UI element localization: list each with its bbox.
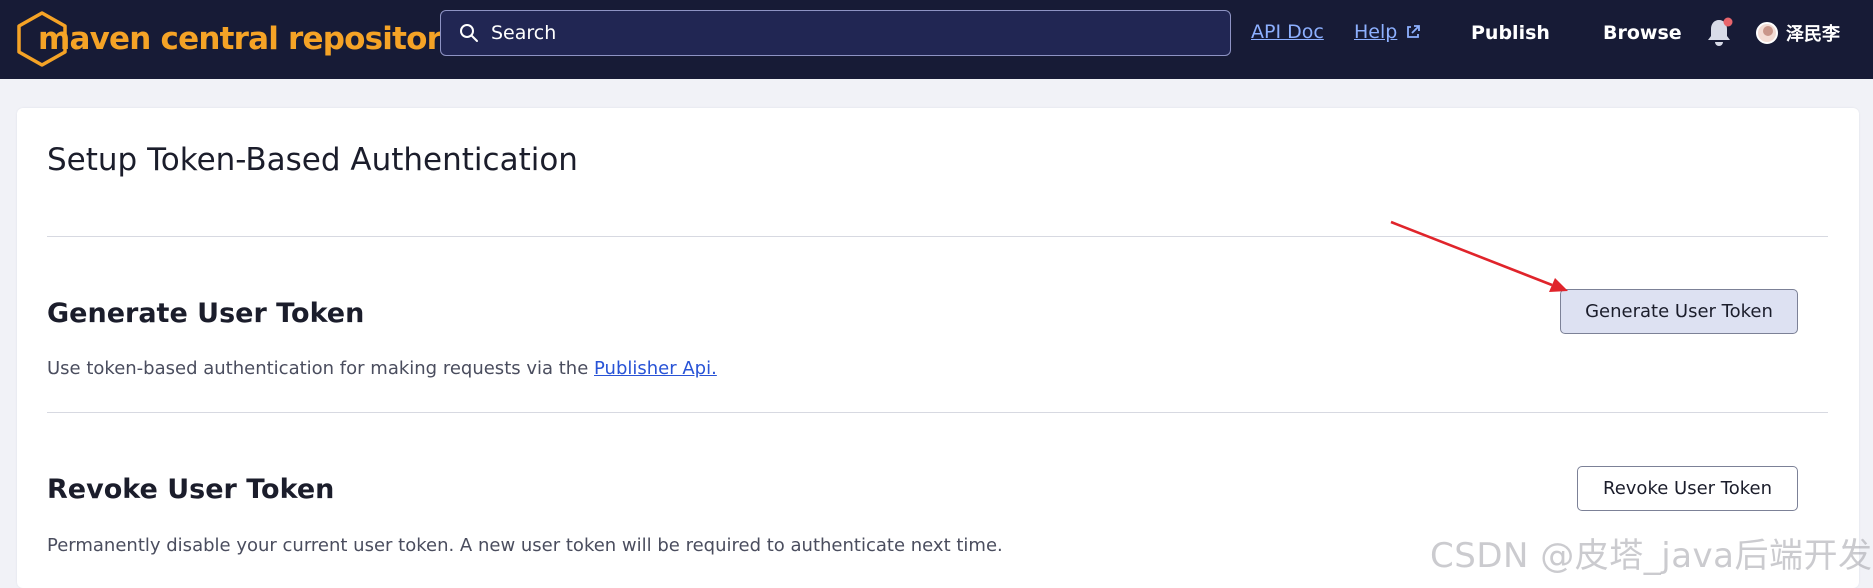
search-icon xyxy=(460,24,478,42)
external-link-icon xyxy=(1407,25,1421,38)
notification-dot xyxy=(1723,17,1733,27)
generate-user-token-button[interactable]: Generate User Token xyxy=(1560,289,1798,334)
divider xyxy=(47,412,1828,413)
revoke-user-token-button[interactable]: Revoke User Token xyxy=(1577,466,1798,511)
notification-bell-icon[interactable] xyxy=(1704,16,1734,50)
token-settings-card: Setup Token-Based Authentication Generat… xyxy=(17,108,1859,588)
page-title: Setup Token-Based Authentication xyxy=(47,142,578,178)
brand-logo-link[interactable]: maven central repository xyxy=(16,8,461,70)
search-input[interactable] xyxy=(489,21,1189,45)
avatar xyxy=(1756,22,1778,44)
publish-nav-item[interactable]: Publish xyxy=(1471,22,1550,44)
publisher-api-link[interactable]: Publisher Api. xyxy=(594,358,717,379)
divider xyxy=(47,236,1828,237)
generate-description-text: Use token-based authentication for makin… xyxy=(47,358,595,379)
search-box[interactable] xyxy=(440,10,1231,56)
user-menu[interactable]: 泽民李 xyxy=(1756,20,1840,46)
user-name: 泽民李 xyxy=(1786,24,1840,45)
help-link[interactable]: Help xyxy=(1354,21,1421,43)
watermark: CSDN @皮塔_java后端开发 xyxy=(1430,536,1873,576)
revoke-token-heading: Revoke User Token xyxy=(47,474,335,505)
generate-token-description: Use token-based authentication for makin… xyxy=(47,358,717,379)
revoke-token-description: Permanently disable your current user to… xyxy=(47,535,1003,556)
top-navigation-bar: maven central repository API Doc Help Pu… xyxy=(0,0,1873,79)
brand-name: maven central repository xyxy=(38,21,461,57)
browse-nav-item[interactable]: Browse xyxy=(1603,22,1682,44)
api-doc-link[interactable]: API Doc xyxy=(1251,21,1324,43)
help-link-label: Help xyxy=(1354,21,1398,43)
generate-token-heading: Generate User Token xyxy=(47,298,365,329)
